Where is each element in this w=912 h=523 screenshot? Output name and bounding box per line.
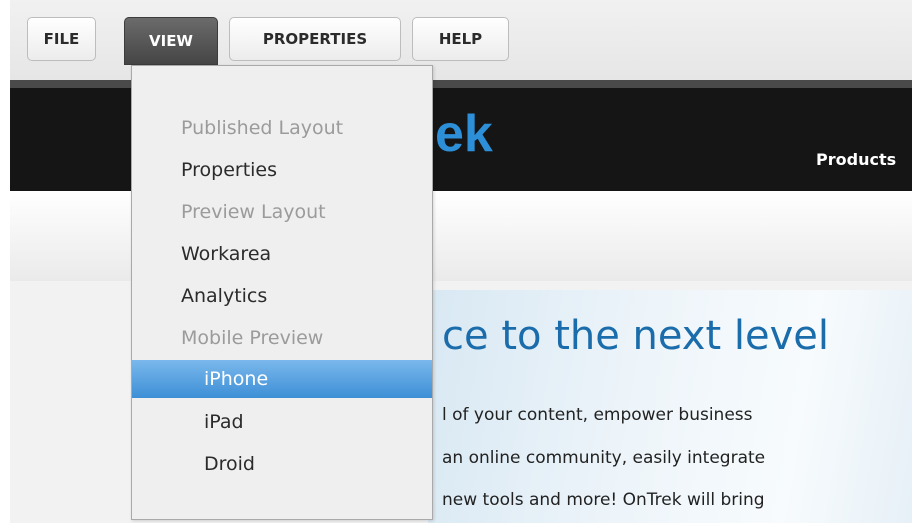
hero-text-line: l of your content, empower business bbox=[442, 405, 753, 425]
menu-item-droid[interactable]: Droid bbox=[132, 445, 432, 483]
file-menu-button[interactable]: FILE bbox=[27, 17, 96, 61]
menu-item-iphone[interactable]: iPhone bbox=[132, 360, 432, 398]
menu-item-workarea[interactable]: Workarea bbox=[132, 235, 432, 273]
view-dropdown-menu: Published Layout Properties Preview Layo… bbox=[131, 65, 433, 520]
hero-title: ce to the next level bbox=[442, 313, 829, 359]
view-menu-button[interactable]: VIEW bbox=[124, 17, 218, 65]
menu-item-published-layout: Published Layout bbox=[181, 117, 344, 139]
site-logo[interactable]: ek bbox=[435, 108, 493, 160]
nav-link-products[interactable]: Products bbox=[816, 150, 896, 169]
menu-item-analytics[interactable]: Analytics bbox=[132, 277, 432, 315]
menu-item-preview-layout: Preview Layout bbox=[181, 201, 326, 223]
menu-item-mobile-preview: Mobile Preview bbox=[181, 327, 324, 349]
hero-text-line: an online community, easily integrate bbox=[442, 448, 766, 468]
hero-text-line: new tools and more! OnTrek will bring bbox=[442, 490, 765, 510]
menu-item-properties[interactable]: Properties bbox=[132, 151, 432, 189]
menu-item-ipad[interactable]: iPad bbox=[132, 403, 432, 441]
properties-menu-button[interactable]: PROPERTIES bbox=[229, 17, 401, 61]
help-menu-button[interactable]: HELP bbox=[412, 17, 509, 61]
